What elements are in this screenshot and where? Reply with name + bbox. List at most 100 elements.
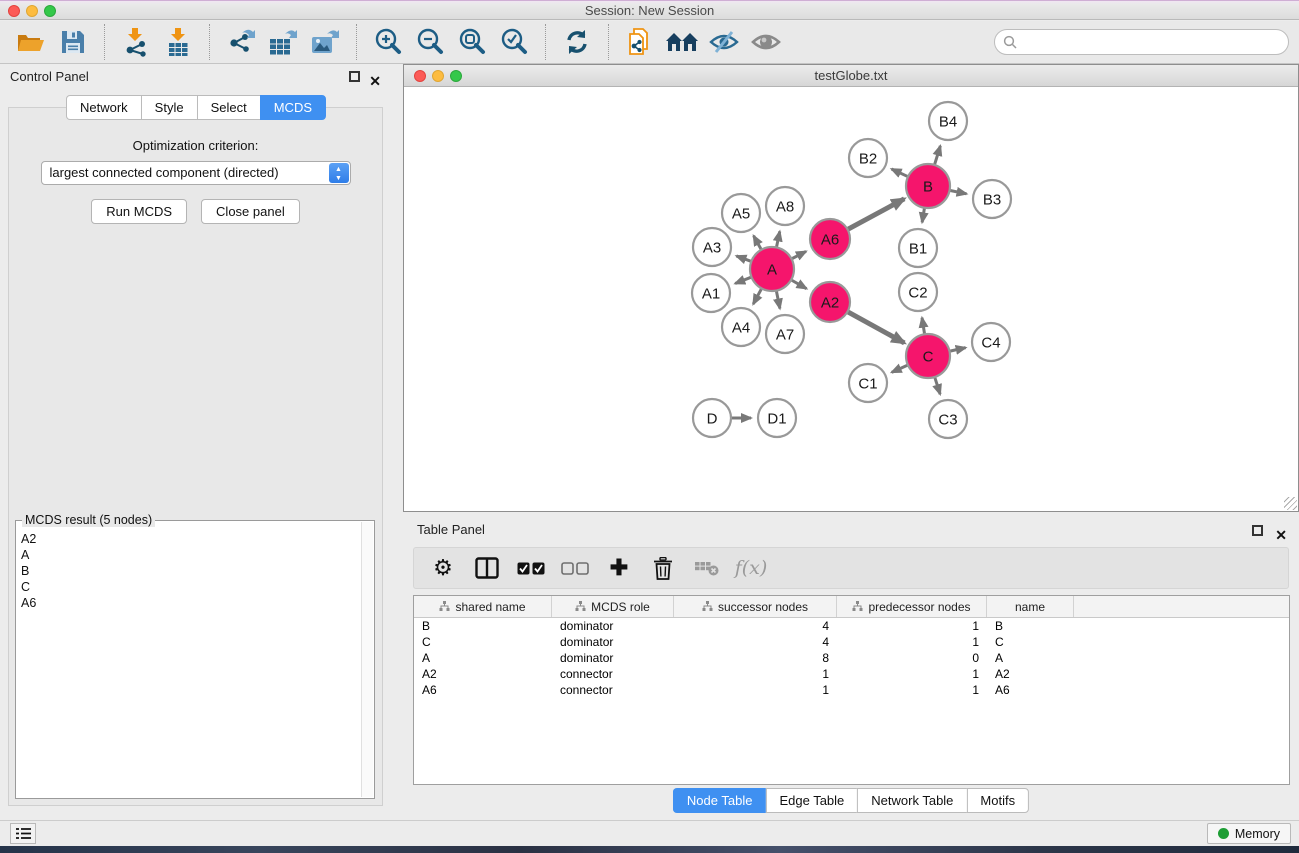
search-input[interactable] xyxy=(1022,32,1288,52)
table-cell[interactable]: 4 xyxy=(674,634,837,650)
table-cell[interactable]: connector xyxy=(552,682,674,698)
table-cell[interactable]: dominator xyxy=(552,618,674,634)
table-cell[interactable]: A xyxy=(987,650,1074,666)
edge-C-C3[interactable] xyxy=(935,377,940,394)
select-all-button[interactable] xyxy=(514,551,548,585)
table-cell[interactable]: B xyxy=(987,618,1074,634)
node-C4[interactable]: C4 xyxy=(972,323,1010,361)
node-C2[interactable]: C2 xyxy=(899,273,937,311)
zoom-fit-button[interactable] xyxy=(451,25,493,59)
function-builder-button[interactable]: f(x) xyxy=(734,551,768,585)
network-graph[interactable]: AA1A2A3A4A5A6A7A8BB1B2B3B4CC1C2C3C4DD1 xyxy=(404,87,1298,512)
table-cell[interactable]: A6 xyxy=(414,682,552,698)
window-resize-grip[interactable] xyxy=(1284,497,1297,510)
table-cell[interactable]: A6 xyxy=(987,682,1074,698)
table-cell[interactable]: dominator xyxy=(552,634,674,650)
table-row[interactable]: Adominator80A xyxy=(414,650,1289,666)
node-B1[interactable]: B1 xyxy=(899,229,937,267)
edge-A-A4[interactable] xyxy=(753,288,761,304)
search-field[interactable] xyxy=(994,29,1289,55)
table-cell[interactable]: B xyxy=(414,618,552,634)
show-all-button[interactable] xyxy=(745,25,787,59)
table-cell[interactable]: 1 xyxy=(837,618,987,634)
node-B4[interactable]: B4 xyxy=(929,102,967,140)
tab-network[interactable]: Network xyxy=(66,95,141,120)
float-table-panel-icon[interactable] xyxy=(1252,525,1263,536)
zoom-selected-button[interactable] xyxy=(493,25,535,59)
edge-A2-C[interactable] xyxy=(848,312,905,343)
delete-table-button[interactable] xyxy=(690,551,724,585)
tab-node-table[interactable]: Node Table xyxy=(673,788,766,813)
task-history-button[interactable] xyxy=(10,823,36,844)
table-cell[interactable]: 8 xyxy=(674,650,837,666)
edge-B-B2[interactable] xyxy=(892,169,909,177)
edge-A-A7[interactable] xyxy=(776,291,780,309)
tab-motifs[interactable]: Motifs xyxy=(966,788,1029,813)
node-D[interactable]: D xyxy=(693,399,731,437)
column-header-name[interactable]: name xyxy=(987,596,1074,617)
close-window-button[interactable] xyxy=(8,5,20,17)
memory-button[interactable]: Memory xyxy=(1207,823,1291,844)
table-cell[interactable]: A2 xyxy=(987,666,1074,682)
edge-A-A5[interactable] xyxy=(754,236,762,250)
delete-column-button[interactable] xyxy=(646,551,680,585)
open-session-button[interactable] xyxy=(10,25,52,59)
mcds-result-item[interactable]: B xyxy=(18,563,360,579)
table-cell[interactable]: 1 xyxy=(837,634,987,650)
mcds-result-item[interactable]: A2 xyxy=(18,531,360,547)
node-A[interactable]: A xyxy=(750,247,794,291)
maximize-window-button[interactable] xyxy=(44,5,56,17)
node-A3[interactable]: A3 xyxy=(693,228,731,266)
criterion-dropdown[interactable]: largest connected component (directed) ▲… xyxy=(41,161,351,185)
edge-C-C4[interactable] xyxy=(949,348,965,352)
run-mcds-button[interactable]: Run MCDS xyxy=(91,199,187,224)
column-settings-button[interactable]: ⚙ xyxy=(426,551,460,585)
mcds-result-scrollbar[interactable] xyxy=(361,522,373,797)
zoom-in-button[interactable] xyxy=(367,25,409,59)
import-network-button[interactable] xyxy=(115,25,157,59)
node-C3[interactable]: C3 xyxy=(929,400,967,438)
column-header-MCDS-role[interactable]: MCDS role xyxy=(552,596,674,617)
node-A1[interactable]: A1 xyxy=(692,274,730,312)
table-cell[interactable]: 4 xyxy=(674,618,837,634)
network-minimize-button[interactable] xyxy=(432,70,444,82)
import-table-button[interactable] xyxy=(157,25,199,59)
minimize-window-button[interactable] xyxy=(26,5,38,17)
column-header-successor-nodes[interactable]: successor nodes xyxy=(674,596,837,617)
close-table-panel-icon[interactable]: ✕ xyxy=(1275,522,1287,548)
tab-select[interactable]: Select xyxy=(197,95,260,120)
table-cell[interactable]: dominator xyxy=(552,650,674,666)
node-table[interactable]: shared nameMCDS rolesuccessor nodesprede… xyxy=(413,595,1290,785)
table-cell[interactable]: A2 xyxy=(414,666,552,682)
deselect-all-button[interactable] xyxy=(558,551,592,585)
column-header-predecessor-nodes[interactable]: predecessor nodes xyxy=(837,596,987,617)
tab-style[interactable]: Style xyxy=(141,95,197,120)
zoom-out-button[interactable] xyxy=(409,25,451,59)
edge-A-A8[interactable] xyxy=(776,231,779,247)
node-D1[interactable]: D1 xyxy=(758,399,796,437)
table-cell[interactable]: connector xyxy=(552,666,674,682)
node-C[interactable]: C xyxy=(906,334,950,378)
node-A5[interactable]: A5 xyxy=(722,194,760,232)
add-column-button[interactable]: ✚ xyxy=(602,551,636,585)
edge-B-B4[interactable] xyxy=(934,146,940,165)
export-table-button[interactable] xyxy=(262,25,304,59)
table-row[interactable]: Cdominator41C xyxy=(414,634,1289,650)
mcds-result-item[interactable]: A6 xyxy=(18,595,360,611)
hide-selected-button[interactable] xyxy=(703,25,745,59)
node-A8[interactable]: A8 xyxy=(766,187,804,225)
edge-A-A3[interactable] xyxy=(736,256,751,261)
mcds-result-item[interactable]: A xyxy=(18,547,360,563)
tab-network-table[interactable]: Network Table xyxy=(857,788,966,813)
export-network-button[interactable] xyxy=(220,25,262,59)
node-A7[interactable]: A7 xyxy=(766,315,804,353)
node-B[interactable]: B xyxy=(906,164,950,208)
float-panel-icon[interactable] xyxy=(349,71,360,82)
node-A4[interactable]: A4 xyxy=(722,308,760,346)
export-image-button[interactable] xyxy=(304,25,346,59)
close-panel-icon[interactable]: ✕ xyxy=(369,68,381,94)
table-cell[interactable]: 0 xyxy=(837,650,987,666)
network-canvas[interactable]: AA1A2A3A4A5A6A7A8BB1B2B3B4CC1C2C3C4DD1 xyxy=(404,87,1298,511)
split-panel-button[interactable] xyxy=(470,551,504,585)
close-panel-button[interactable]: Close panel xyxy=(201,199,300,224)
